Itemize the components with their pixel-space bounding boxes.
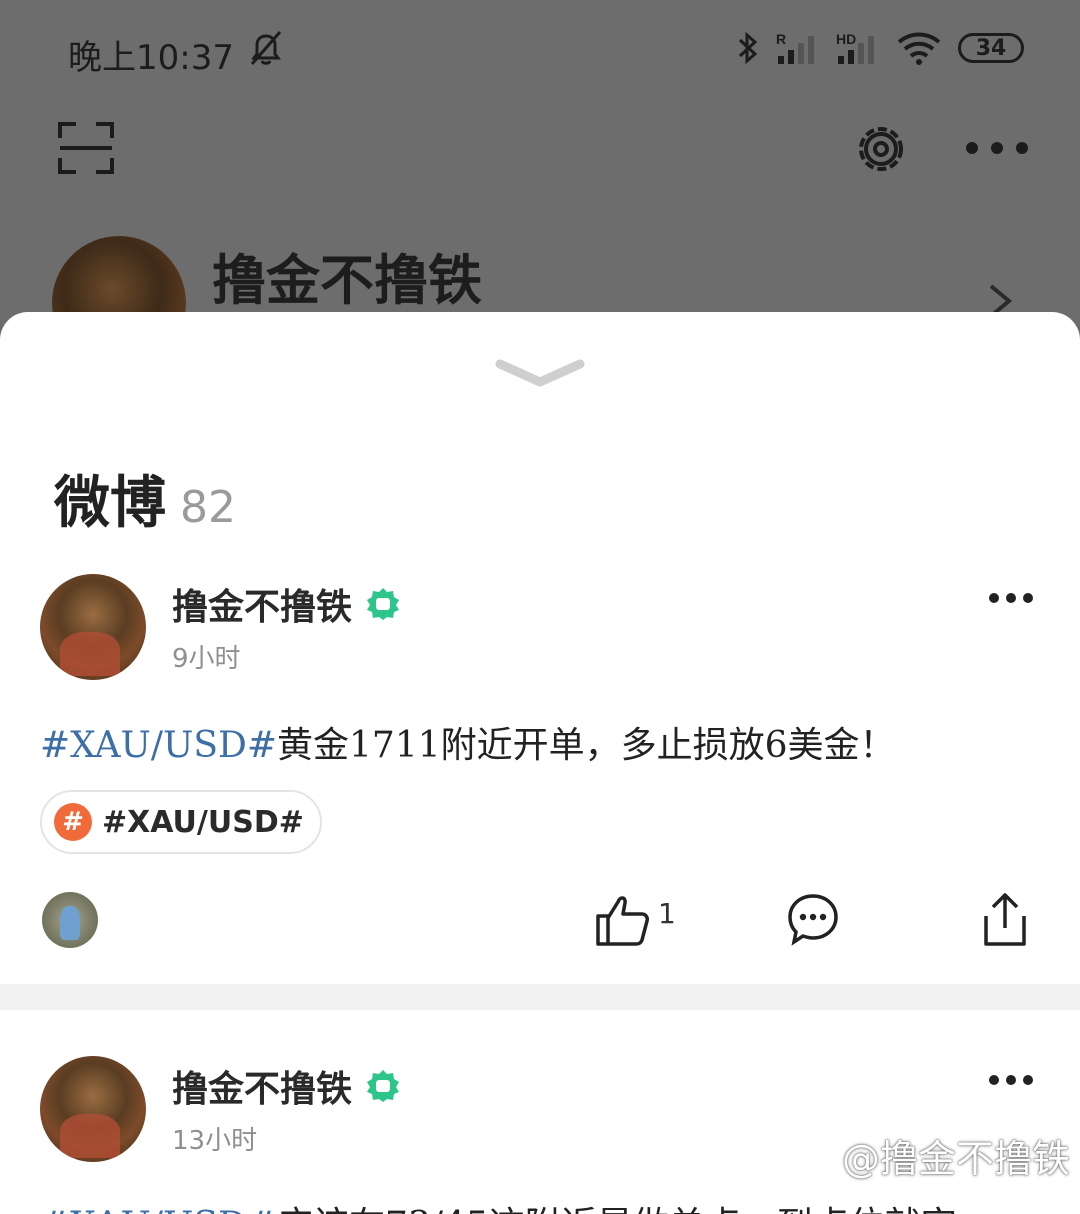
like-button[interactable]: 1	[594, 892, 676, 948]
verified-badge-icon	[367, 1070, 400, 1102]
signal-2-label: HD	[836, 31, 856, 47]
section-title-text: 微博	[54, 471, 166, 536]
section-title: 微博 82	[54, 458, 236, 539]
wifi-icon	[897, 32, 941, 65]
profile-name[interactable]: 撸金不撸铁	[212, 236, 482, 315]
weibo-logo-icon	[806, 1141, 835, 1168]
post-text[interactable]: #XAU/USD#黄金1711附近开单，多止损放6美金！	[40, 716, 896, 768]
post-author-name[interactable]: 撸金不撸铁	[172, 1060, 352, 1112]
thumbs-up-icon	[596, 896, 649, 946]
verified-badge-icon	[367, 588, 400, 620]
signal-1-label: R	[776, 31, 786, 47]
battery-indicator: 34	[958, 33, 1024, 63]
bell-muted-icon	[250, 31, 282, 65]
post-time: 13小时	[172, 1126, 258, 1156]
topic-label: #XAU/USD#	[102, 804, 304, 840]
status-bar: 晚上10:37 R HD 34	[0, 22, 1080, 78]
signal-icon: HD	[836, 31, 874, 64]
post-author[interactable]: 撸金不撸铁	[172, 1060, 400, 1112]
signal-icon: R	[776, 31, 814, 64]
post-hashtag-link[interactable]: #XAU/USD#	[40, 725, 277, 766]
post-time: 9小时	[172, 644, 241, 674]
bluetooth-icon	[738, 31, 758, 65]
weibo-bottom-sheet: 微博 82 撸金不撸铁 9小时 #XAU/USD#黄金1711附近开单，多止损放…	[0, 312, 1080, 1214]
post-body: 黄金1711附近开单，多止损放6美金！	[277, 725, 896, 766]
chevron-down-icon[interactable]	[494, 356, 586, 388]
status-time: 晚上10:37	[68, 38, 234, 78]
comment-icon[interactable]	[786, 892, 840, 946]
post-hashtag-link[interactable]: #XAU/USD#	[40, 1205, 277, 1214]
post-author[interactable]: 撸金不撸铁	[172, 578, 400, 630]
more-icon[interactable]	[988, 592, 1034, 604]
post-divider	[0, 984, 1080, 1010]
watermark-text: @撸金不撸铁	[841, 1137, 1070, 1181]
post-author-avatar[interactable]	[40, 1056, 146, 1162]
more-icon[interactable]	[988, 1074, 1034, 1086]
post-author-avatar[interactable]	[40, 574, 146, 680]
hashtag-icon: #	[54, 803, 92, 841]
section-count: 82	[180, 482, 236, 533]
gear-icon[interactable]	[850, 118, 912, 180]
topic-chip[interactable]: # #XAU/USD#	[40, 790, 322, 854]
watermark: @撸金不撸铁	[802, 1128, 1070, 1183]
scan-icon[interactable]	[56, 118, 116, 178]
liker-avatar[interactable]	[42, 892, 98, 948]
more-icon[interactable]	[964, 140, 1030, 156]
share-icon[interactable]	[980, 892, 1030, 948]
status-icons: R HD 34	[736, 30, 1024, 66]
like-count: 1	[658, 896, 676, 930]
post-author-name[interactable]: 撸金不撸铁	[172, 578, 352, 630]
post-body: 应该在73/45这附近是做单点，到点位就空	[277, 1205, 957, 1214]
post-text[interactable]: #XAU/USD#应该在73/45这附近是做单点，到点位就空	[40, 1196, 957, 1214]
